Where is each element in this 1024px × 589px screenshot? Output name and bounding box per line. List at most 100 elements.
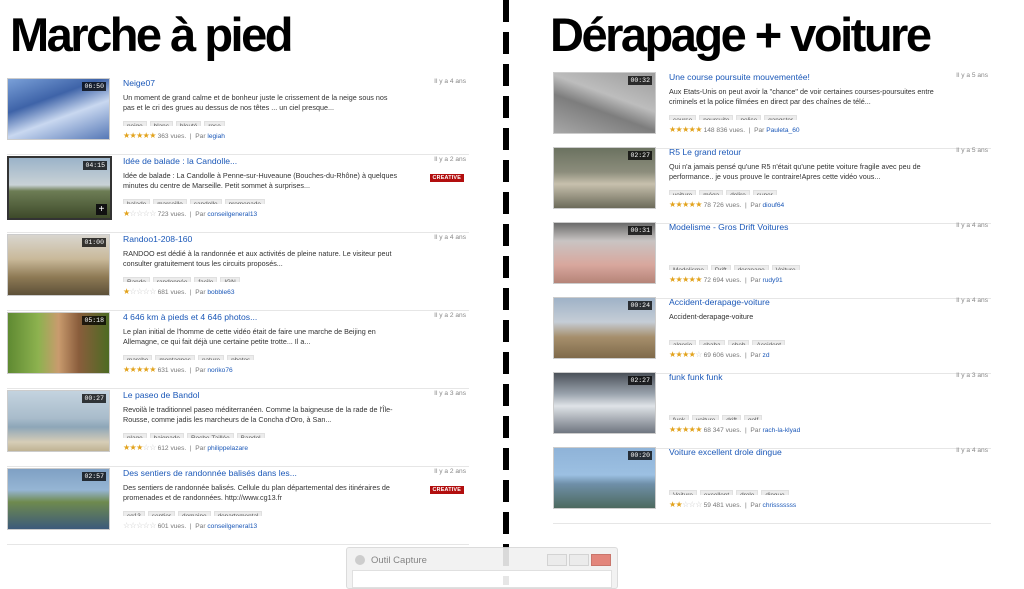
author-link[interactable]: philippelazare: [207, 445, 248, 452]
tag-chip[interactable]: candolle: [189, 199, 222, 204]
tag-chip[interactable]: Roche-Taillée: [186, 433, 234, 438]
video-title-link[interactable]: Voiture excellent drole dingue: [669, 447, 991, 457]
maximize-icon[interactable]: [569, 554, 589, 566]
video-thumbnail[interactable]: 01:00: [7, 234, 110, 296]
tag-chip[interactable]: Voiture: [771, 265, 800, 270]
video-result-item[interactable]: 02:57 Des sentiers de randonnée balisés d…: [7, 468, 469, 545]
tag-chip[interactable]: plage: [123, 433, 147, 438]
video-title-link[interactable]: Randoo1-208-160: [123, 234, 469, 244]
tag-chip[interactable]: balade: [123, 199, 151, 204]
video-title-link[interactable]: 4 646 km à pieds et 4 646 photos...: [123, 312, 469, 322]
video-title-link[interactable]: Modelisme - Gros Drift Voitures: [669, 222, 991, 232]
video-thumbnail[interactable]: 00:27: [7, 390, 110, 452]
video-thumbnail[interactable]: 05:18: [7, 312, 110, 374]
tag-chip[interactable]: funk: [669, 415, 690, 420]
tag-chip[interactable]: méga: [699, 190, 724, 195]
author-link[interactable]: legiah: [207, 133, 225, 140]
tag-chip[interactable]: delire: [726, 190, 750, 195]
tag-chip[interactable]: Modelisme: [669, 265, 708, 270]
video-title-link[interactable]: Accident-derapage-voiture: [669, 297, 991, 307]
tag-chip[interactable]: derapage: [733, 265, 769, 270]
tag-chip[interactable]: domaine: [178, 511, 211, 516]
tag-chip[interactable]: chaba: [699, 340, 725, 345]
author-link[interactable]: diouf64: [763, 202, 785, 209]
tag-chip[interactable]: dingue: [761, 490, 789, 495]
tag-chip[interactable]: poursuite: [699, 115, 734, 120]
tag-chip[interactable]: algerie: [669, 340, 697, 345]
tag-chip[interactable]: facile: [194, 277, 218, 282]
tag-chip[interactable]: sentier: [147, 511, 176, 516]
author-link[interactable]: conseilgeneral13: [207, 211, 257, 218]
video-thumbnail[interactable]: 00:32: [553, 72, 656, 134]
author-link[interactable]: bobble63: [207, 289, 234, 296]
author-link[interactable]: Pauleta_60: [766, 127, 799, 134]
video-result-item[interactable]: 00:27 Le paseo de Bandol Revoilà le tradit…: [7, 390, 469, 467]
tag-chip[interactable]: Bandol: [236, 433, 265, 438]
video-result-item[interactable]: 06:50 Neige07 Un moment de grand calme et …: [7, 78, 469, 155]
tag-chip[interactable]: promenade: [224, 199, 265, 204]
video-result-item[interactable]: 02:27 funk funk funk funkvoituredriftgolf ★…: [553, 372, 991, 449]
tag-chip[interactable]: voiture: [669, 190, 697, 195]
video-result-item[interactable]: 02:27 R5 Le grand retour Qui n'a jamais pe…: [553, 147, 991, 224]
tag-chip[interactable]: drole: [736, 490, 759, 495]
author-link[interactable]: rach-la-klyad: [763, 427, 801, 434]
video-thumbnail[interactable]: 06:50: [7, 78, 110, 140]
video-result-item[interactable]: 01:00 Randoo1-208-160 RANDOO est dédié à l…: [7, 234, 469, 311]
video-title-link[interactable]: funk funk funk: [669, 372, 991, 382]
tag-chip[interactable]: baignade: [149, 433, 184, 438]
tag-chip[interactable]: neige: [123, 121, 147, 126]
video-result-item[interactable]: 04:15 + Idée de balade : la Candolle... Idé…: [7, 156, 469, 233]
tag-chip[interactable]: Drift: [710, 265, 731, 270]
tag-chip[interactable]: IGN: [220, 277, 240, 282]
author-link[interactable]: rudy91: [763, 277, 783, 284]
video-result-item[interactable]: 00:32 Une course poursuite mouvementée! Au…: [553, 72, 991, 149]
tag-chip[interactable]: marche: [123, 355, 153, 360]
tag-chip[interactable]: voiture: [692, 415, 720, 420]
video-result-item[interactable]: 00:20 Voiture excellent drole dingue Voitu…: [553, 447, 991, 524]
tag-chip[interactable]: drift: [722, 415, 741, 420]
tag-chip[interactable]: rose: [204, 121, 225, 126]
tag-chip[interactable]: nature: [197, 355, 225, 360]
video-result-item[interactable]: 05:18 4 646 km à pieds et 4 646 photos...…: [7, 312, 469, 389]
video-title-link[interactable]: R5 Le grand retour: [669, 147, 991, 157]
tag-chip[interactable]: blanc: [149, 121, 173, 126]
video-thumbnail[interactable]: 00:20: [553, 447, 656, 509]
tag-chip[interactable]: gangster: [764, 115, 798, 120]
tag-chip[interactable]: golf: [743, 415, 763, 420]
author-link[interactable]: zd: [763, 352, 770, 359]
video-title-link[interactable]: Des sentiers de randonnée balisés dans l…: [123, 468, 469, 478]
video-thumbnail[interactable]: 02:27: [553, 147, 656, 209]
add-to-playlist-icon[interactable]: +: [96, 204, 107, 215]
video-thumbnail[interactable]: 04:15 +: [7, 156, 112, 220]
author-link[interactable]: noriko76: [207, 367, 232, 374]
tag-chip[interactable]: bleuté: [175, 121, 202, 126]
minimize-icon[interactable]: [547, 554, 567, 566]
capture-tool-window[interactable]: Outil Capture: [346, 547, 618, 589]
tag-chip[interactable]: cg13: [123, 511, 145, 516]
tag-chip[interactable]: randonnée: [152, 277, 192, 282]
tag-chip[interactable]: departemental: [213, 511, 263, 516]
video-result-item[interactable]: 00:31 Modelisme - Gros Drift Voitures Mode…: [553, 222, 991, 299]
tag-chip[interactable]: marseille: [153, 199, 187, 204]
video-title-link[interactable]: Une course poursuite mouvementée!: [669, 72, 991, 82]
tag-chip[interactable]: Voiture: [669, 490, 697, 495]
author-link[interactable]: chrisssssss: [763, 502, 797, 509]
video-thumbnail[interactable]: 02:27: [553, 372, 656, 434]
tag-chip[interactable]: Accident: [752, 340, 785, 345]
tag-chip[interactable]: cheb: [727, 340, 750, 345]
tag-chip[interactable]: super: [752, 190, 777, 195]
video-thumbnail[interactable]: 02:57: [7, 468, 110, 530]
video-result-item[interactable]: 00:24 Accident-derapage-voiture Accident-d…: [553, 297, 991, 374]
video-thumbnail[interactable]: 00:24: [553, 297, 656, 359]
author-link[interactable]: conseilgeneral13: [207, 523, 257, 530]
tag-chip[interactable]: excellent: [699, 490, 734, 495]
tag-chip[interactable]: photos: [227, 355, 255, 360]
tag-chip[interactable]: police: [736, 115, 762, 120]
tag-chip[interactable]: course: [669, 115, 697, 120]
video-title-link[interactable]: Neige07: [123, 78, 469, 88]
video-title-link[interactable]: Le paseo de Bandol: [123, 390, 469, 400]
tag-chip[interactable]: montagnes: [155, 355, 195, 360]
tag-chip[interactable]: Rando: [123, 277, 150, 282]
video-thumbnail[interactable]: 00:31: [553, 222, 656, 284]
close-icon[interactable]: [591, 554, 611, 566]
